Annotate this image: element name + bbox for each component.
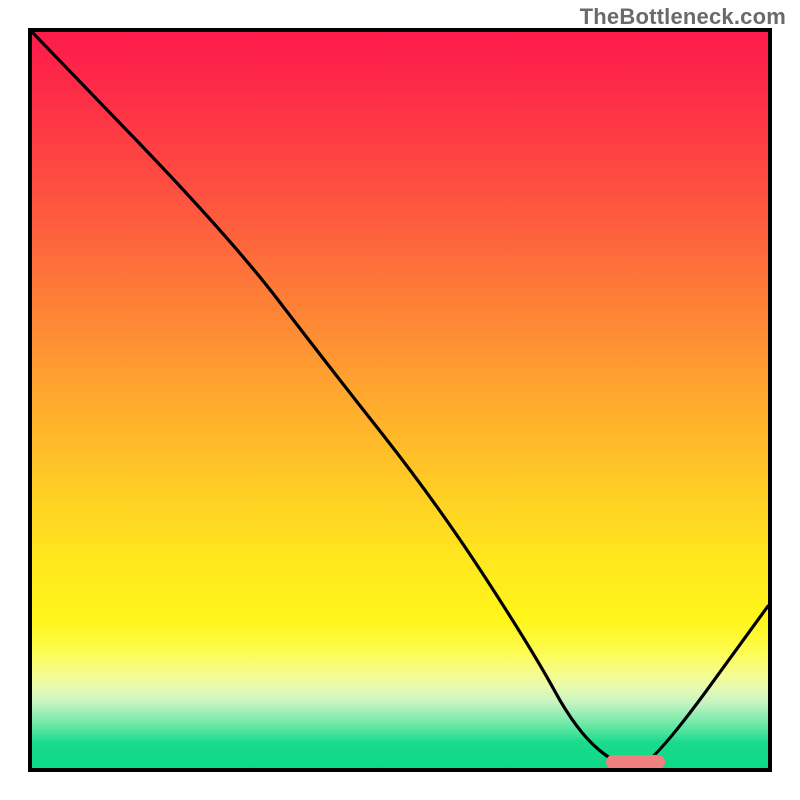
watermark-text: TheBottleneck.com bbox=[580, 4, 786, 30]
optimal-range-marker bbox=[606, 755, 665, 769]
chart-curve-layer bbox=[32, 32, 768, 768]
chart-frame bbox=[28, 28, 772, 772]
bottleneck-curve-path bbox=[32, 32, 768, 768]
